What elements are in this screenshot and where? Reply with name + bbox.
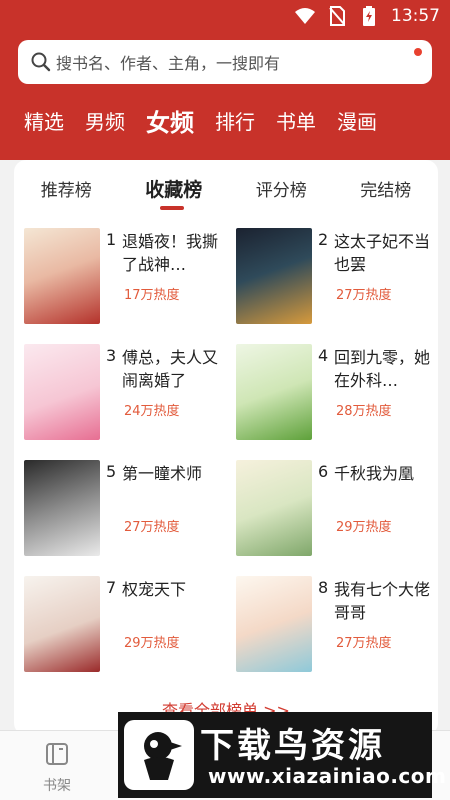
tab-rating[interactable]: 评分榜 (256, 176, 307, 201)
bird-logo-icon (124, 720, 194, 790)
book-rank: 4 (318, 346, 329, 365)
notification-dot (414, 48, 422, 56)
book-cover[interactable] (24, 344, 100, 440)
book-item[interactable]: 3 傅总，夫人又闹离婚了 24万热度 (14, 344, 226, 444)
book-heat: 27万热度 (124, 520, 180, 535)
no-sim-icon (327, 6, 347, 26)
book-item[interactable]: 6 千秋我为凰 29万热度 (226, 460, 438, 560)
search-bar[interactable]: 搜书名、作者、主角，一搜即有 (18, 40, 432, 84)
book-title[interactable]: 我有七个大佬哥哥 (334, 578, 430, 624)
book-heat: 27万热度 (336, 636, 392, 651)
watermark-title: 下载鸟资源 (200, 726, 385, 766)
book-cover[interactable] (236, 576, 312, 672)
book-cover[interactable] (236, 344, 312, 440)
book-rank: 6 (318, 462, 329, 481)
book-rank: 1 (106, 230, 117, 249)
book-rank: 5 (106, 462, 117, 481)
channel-nav: 精选 男频 女频 排行 书单 漫画 (0, 100, 450, 140)
ranking-tabs: 推荐榜 收藏榜 评分榜 完结榜 (14, 160, 438, 216)
book-cover[interactable] (24, 576, 100, 672)
tab-finished[interactable]: 完结榜 (360, 176, 411, 201)
nav-bookshelf[interactable]: 书架 (32, 741, 82, 795)
bookshelf-icon (46, 743, 68, 765)
book-cover[interactable] (24, 228, 100, 324)
nav-nvpin[interactable]: 女频 (146, 103, 194, 138)
search-icon (30, 51, 52, 73)
book-title[interactable]: 权宠天下 (122, 578, 218, 601)
bookshelf-label: 书架 (43, 778, 71, 794)
book-cover[interactable] (24, 460, 100, 556)
book-title[interactable]: 千秋我为凰 (334, 462, 430, 485)
search-placeholder: 搜书名、作者、主角，一搜即有 (56, 54, 281, 73)
book-heat: 29万热度 (336, 520, 392, 535)
book-item[interactable]: 4 回到九零，她在外科… 28万热度 (226, 344, 438, 444)
nav-shudan[interactable]: 书单 (276, 106, 316, 135)
book-rank: 8 (318, 578, 329, 597)
nav-nanpin[interactable]: 男频 (85, 106, 125, 135)
book-title[interactable]: 退婚夜！我撕了战神… (122, 230, 218, 276)
header: 13:57 搜书名、作者、主角，一搜即有 精选 男频 女频 排行 书单 漫画 (0, 0, 450, 160)
book-rank: 3 (106, 346, 117, 365)
book-item[interactable]: 2 这太子妃不当也罢 27万热度 (226, 228, 438, 328)
book-cover[interactable] (236, 460, 312, 556)
watermark: 下载鸟资源 www.xiazainiao.com (118, 712, 446, 798)
book-title[interactable]: 第一瞳术师 (122, 462, 218, 485)
book-item[interactable]: 8 我有七个大佬哥哥 27万热度 (226, 576, 438, 676)
book-title[interactable]: 傅总，夫人又闹离婚了 (122, 346, 218, 392)
book-item[interactable]: 7 权宠天下 29万热度 (14, 576, 226, 676)
wifi-icon (295, 6, 315, 26)
book-heat: 28万热度 (336, 404, 392, 419)
nav-manhua[interactable]: 漫画 (337, 106, 377, 135)
book-heat: 27万热度 (336, 288, 392, 303)
nav-jingxuan[interactable]: 精选 (24, 106, 64, 135)
book-title[interactable]: 这太子妃不当也罢 (334, 230, 430, 276)
tab-recommend[interactable]: 推荐榜 (41, 176, 92, 201)
book-heat: 24万热度 (124, 404, 180, 419)
book-item[interactable]: 1 退婚夜！我撕了战神… 17万热度 (14, 228, 226, 328)
book-title[interactable]: 回到九零，她在外科… (334, 346, 430, 392)
book-rank: 7 (106, 578, 117, 597)
book-item[interactable]: 5 第一瞳术师 27万热度 (14, 460, 226, 560)
book-cover[interactable] (236, 228, 312, 324)
battery-charging-icon (359, 6, 379, 26)
status-bar: 13:57 (0, 0, 450, 32)
tab-favorite[interactable]: 收藏榜 (145, 175, 202, 202)
nav-paihang[interactable]: 排行 (215, 106, 255, 135)
ranking-card: 推荐榜 收藏榜 评分榜 完结榜 1 退婚夜！我撕了战神… 17万热度 2 这太子… (14, 160, 438, 735)
book-heat: 17万热度 (124, 288, 180, 303)
watermark-url: www.xiazainiao.com (208, 764, 447, 788)
book-rank: 2 (318, 230, 329, 249)
book-heat: 29万热度 (124, 636, 180, 651)
status-time: 13:57 (391, 6, 440, 26)
active-tab-indicator (160, 206, 184, 210)
